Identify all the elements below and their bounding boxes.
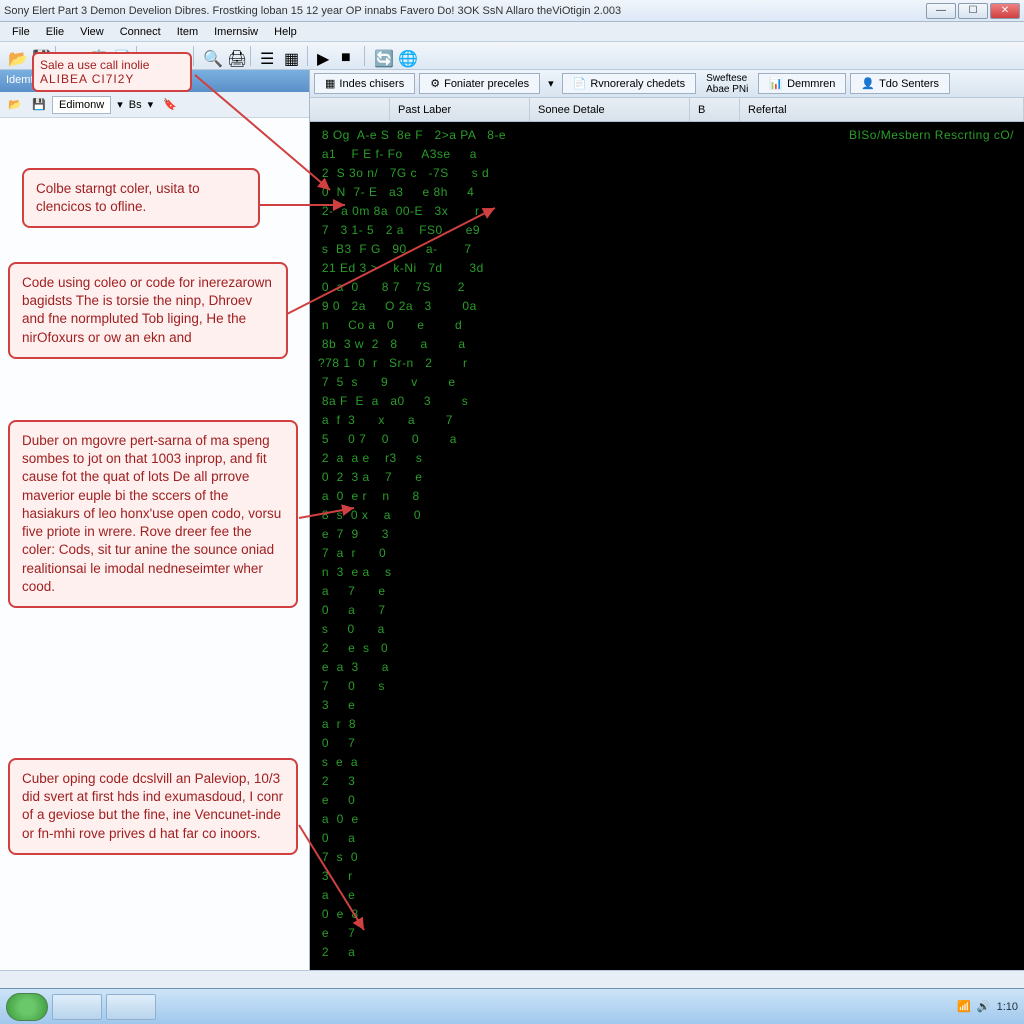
tool-globe-icon[interactable]: 🌐 xyxy=(394,45,416,67)
close-button[interactable]: ✕ xyxy=(990,3,1020,19)
tool-print-icon[interactable]: 🖨 xyxy=(223,45,245,67)
col-sonee-detale[interactable]: Sonee Detale xyxy=(530,98,690,121)
gear-icon: ⚙ xyxy=(430,77,440,90)
menu-imernsiw[interactable]: Imernsiw xyxy=(206,24,266,40)
arrow-4 xyxy=(294,500,364,530)
arrow-3 xyxy=(280,200,510,330)
menu-connect[interactable]: Connect xyxy=(112,24,169,40)
maximize-button[interactable]: ☐ xyxy=(958,3,988,19)
tool-open-icon[interactable]: 📂 xyxy=(4,45,26,67)
horizontal-scrollbar[interactable] xyxy=(0,970,1024,988)
sb-open-icon[interactable]: 📂 xyxy=(4,94,26,116)
window-buttons: — ☐ ✕ xyxy=(926,3,1020,19)
callout-a: Colbe starngt coler, usita to clencicos … xyxy=(22,168,260,228)
sb-save-icon[interactable]: 💾 xyxy=(28,94,50,116)
tool-play-icon[interactable]: ▶ xyxy=(313,45,335,67)
tray-time: 1:10 xyxy=(997,1001,1018,1013)
callout-b: Code using coleo or code for inerezarown… xyxy=(8,262,288,359)
user-icon: 👤 xyxy=(861,77,875,90)
tool-find-icon[interactable]: 🔍 xyxy=(199,45,221,67)
sb-label: Bs xyxy=(129,99,142,111)
col-refertal[interactable]: Refertal xyxy=(740,98,1024,121)
menu-view[interactable]: View xyxy=(72,24,112,40)
tab-rvnoreraly[interactable]: 📄Rvnoreraly chedets xyxy=(562,73,696,94)
menu-elie[interactable]: Elie xyxy=(38,24,72,40)
titlebar: Sony Elert Part 3 Demon Develion Dibres.… xyxy=(0,0,1024,22)
matrix-hint: BISo/Mesbern Rescrting cO/ xyxy=(849,126,1014,145)
callout-c: Duber on mgovre pert-sarna of ma speng s… xyxy=(8,420,298,608)
tooltip-callout: Sale a use call inolie ALIBEA CI7I2Y xyxy=(32,52,192,92)
system-tray[interactable]: 📶 🔊 1:10 xyxy=(957,1000,1018,1013)
window-title: Sony Elert Part 3 Demon Develion Dibres.… xyxy=(4,5,926,17)
task-item[interactable] xyxy=(52,994,102,1020)
menu-help[interactable]: Help xyxy=(266,24,305,40)
col-past-laber[interactable]: Past Laber xyxy=(390,98,530,121)
start-button[interactable] xyxy=(6,993,48,1021)
tab-demmren[interactable]: 📊Demmren xyxy=(758,73,846,94)
data-columns-header: Past Laber Sonee Detale B Refertal xyxy=(310,98,1024,122)
task-item[interactable] xyxy=(106,994,156,1020)
tool-grid-icon[interactable]: ▦ xyxy=(280,45,302,67)
main-tabs-bar: ▦Indes chisers ⚙Foniater preceles ▾ 📄Rvn… xyxy=(310,70,1024,98)
doc-icon: 📄 xyxy=(573,77,587,90)
menu-item[interactable]: Item xyxy=(169,24,206,40)
minimize-button[interactable]: — xyxy=(926,3,956,19)
tool-list-icon[interactable]: ☰ xyxy=(256,45,278,67)
tool-stop-icon[interactable]: ■ xyxy=(337,45,359,67)
sb-bookmark-icon[interactable]: 🔖 xyxy=(159,94,181,116)
col-b[interactable]: B xyxy=(690,98,740,121)
chart-icon: 📊 xyxy=(769,77,783,90)
taskbar: 📶 🔊 1:10 xyxy=(0,988,1024,1024)
tray-volume-icon[interactable]: 🔊 xyxy=(977,1000,991,1013)
callout-d: Cuber oping code dcslvill an Paleviop, 1… xyxy=(8,758,298,855)
side-labels: SwefteseAbae PNi xyxy=(700,73,754,95)
menu-file[interactable]: File xyxy=(4,24,38,40)
tray-network-icon[interactable]: 📶 xyxy=(957,1000,971,1013)
menubar: File Elie View Connect Item Imernsiw Hel… xyxy=(0,22,1024,42)
tab-foniater[interactable]: ⚙Foniater preceles xyxy=(419,73,540,94)
tool-refresh-icon[interactable]: 🔄 xyxy=(370,45,392,67)
arrow-5 xyxy=(294,820,374,940)
sidebar-dropdown[interactable]: Edimonw xyxy=(52,96,111,114)
tab-senters[interactable]: 👤Tdo Senters xyxy=(850,73,950,94)
